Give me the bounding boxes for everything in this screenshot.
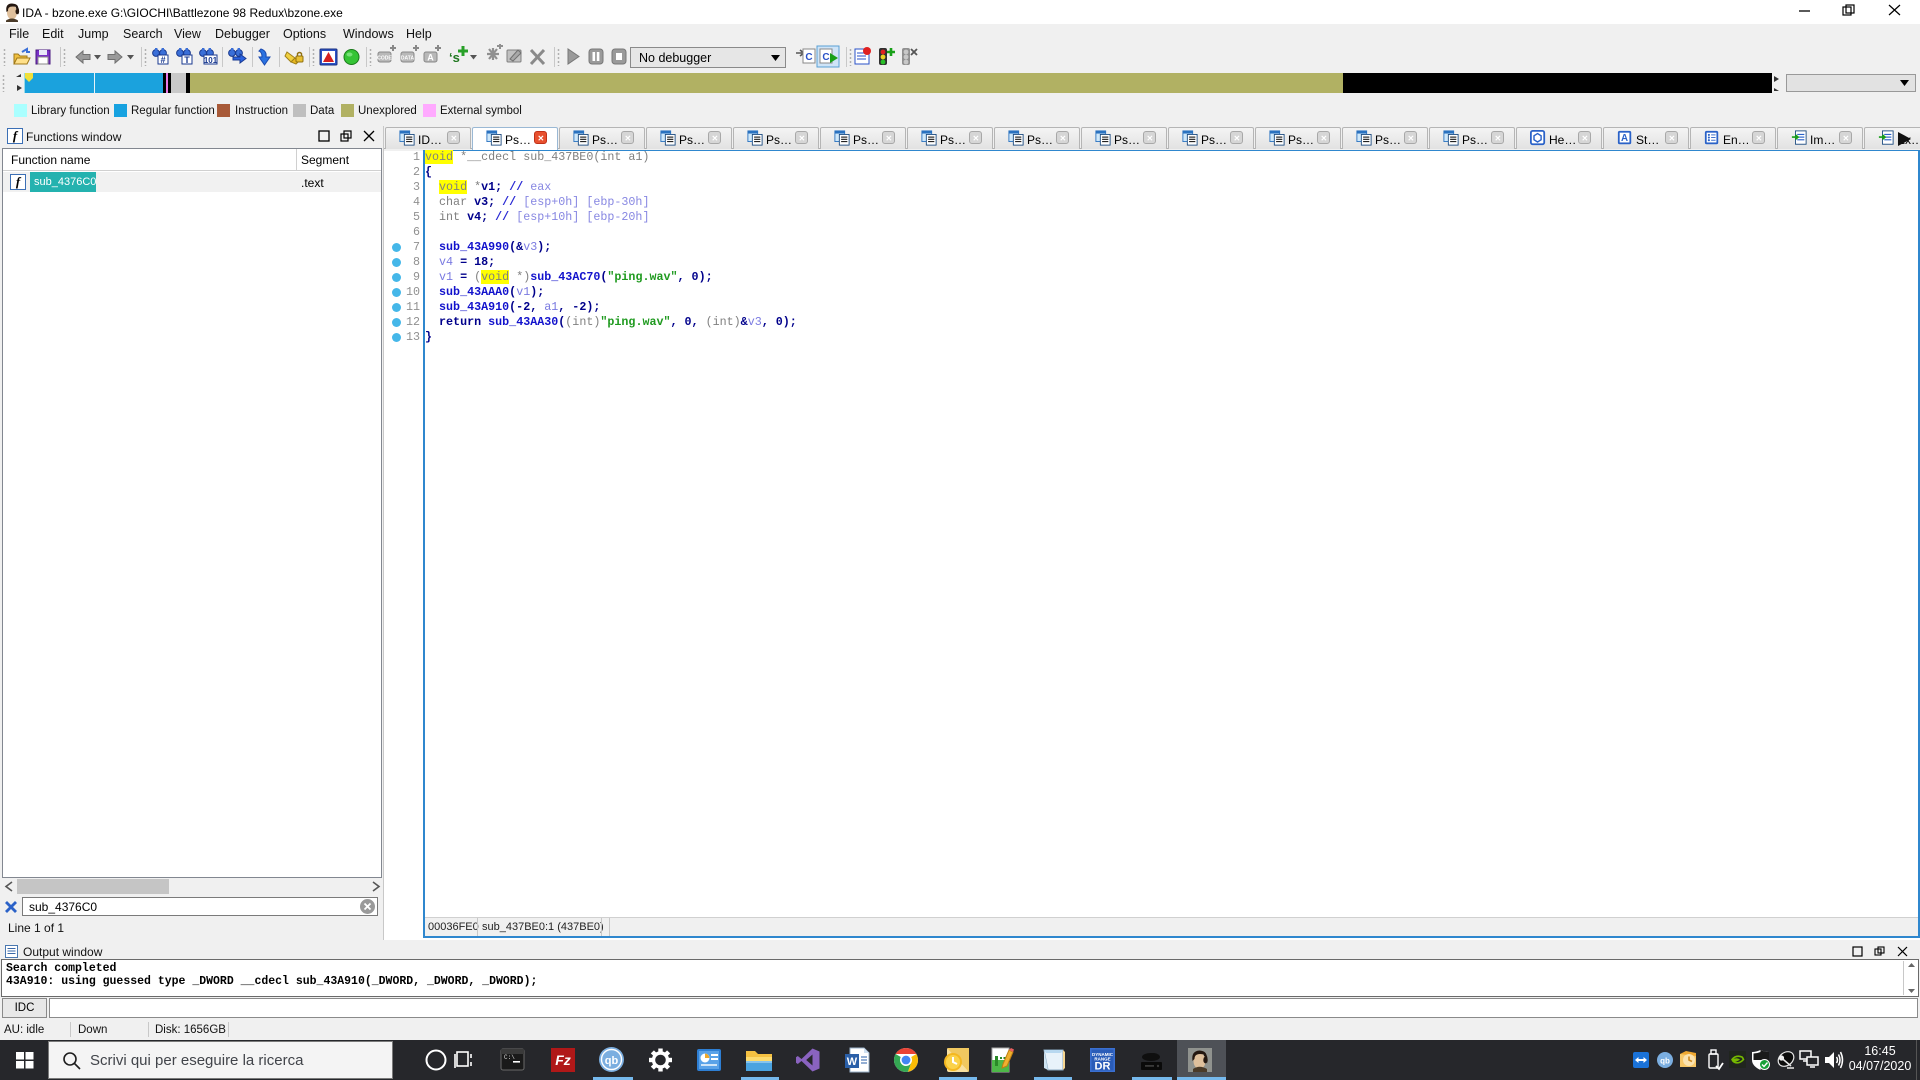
svg-text:W: W [847, 1056, 858, 1068]
svg-text:C:\: C:\ [504, 1054, 515, 1061]
svg-text:C: C [822, 52, 829, 63]
svg-text:A: A [1621, 133, 1628, 144]
svg-text:Fz: Fz [555, 1052, 571, 1068]
svg-text:T: T [184, 55, 190, 65]
svg-text:DR: DR [1095, 1061, 1111, 1073]
svg-text:DATA: DATA [401, 56, 415, 62]
svg-text:qb: qb [605, 1055, 619, 1067]
svg-text:#: # [160, 55, 165, 65]
svg-text:A: A [427, 53, 434, 63]
svg-text:CODE: CODE [377, 56, 392, 62]
svg-text:C: C [805, 52, 812, 63]
svg-text:101: 101 [204, 56, 218, 65]
svg-text:qb: qb [1660, 1057, 1670, 1066]
